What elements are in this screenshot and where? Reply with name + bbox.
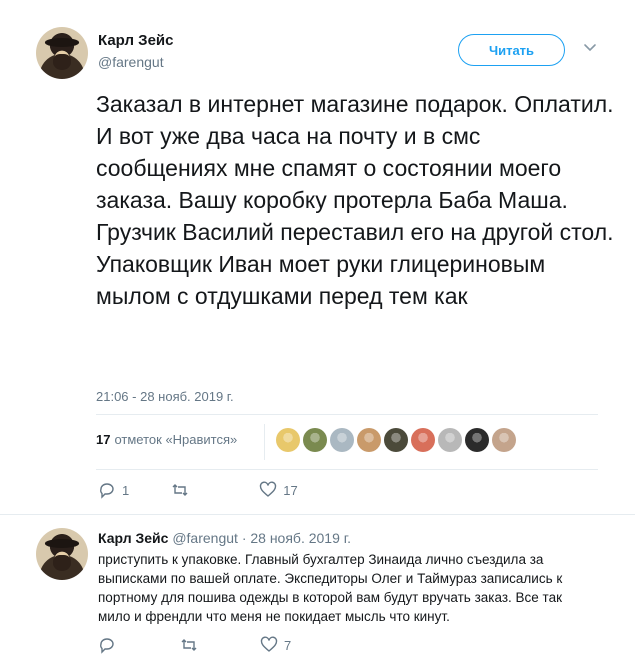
chevron-down-icon[interactable] [583, 40, 597, 54]
heart-icon [260, 636, 278, 652]
divider [96, 469, 598, 470]
reply-icon [100, 483, 114, 499]
reply-text: приступить к упаковке. Главный бухгалтер… [98, 552, 563, 624]
follow-button[interactable]: Читать [458, 34, 565, 66]
reply-action[interactable]: 1 [98, 481, 129, 499]
tweet-text: Заказал в интернет магазине подарок. Опл… [96, 91, 614, 309]
likes-label: отметок «Нравится» [114, 432, 238, 447]
beard-shape [53, 54, 71, 70]
liker-avatar[interactable] [492, 428, 516, 452]
liker-avatar[interactable] [438, 428, 462, 452]
like-count: 7 [284, 637, 292, 653]
like-count: 17 [283, 482, 298, 498]
heart-icon [260, 481, 277, 497]
hat-shape [45, 38, 79, 47]
reply-author-name[interactable]: Карл Зейс [98, 530, 168, 546]
liker-avatar[interactable] [384, 428, 408, 452]
divider [0, 514, 635, 515]
liker-avatar[interactable] [303, 428, 327, 452]
reply-author-handle[interactable]: @farengut [172, 530, 238, 546]
author-name[interactable]: Карл Зейс [98, 32, 173, 49]
likes-count: 17 [96, 432, 111, 447]
reply-author-avatar[interactable] [36, 528, 88, 580]
reply-icon [100, 638, 114, 654]
reply-count: 1 [122, 482, 130, 498]
like-action[interactable]: 7 [260, 636, 291, 654]
reply-header: Карл Зейс @farengut · 28 нояб. 2019 г. [98, 530, 351, 546]
liker-avatar[interactable] [357, 428, 381, 452]
liker-avatar[interactable] [276, 428, 300, 452]
likes-summary[interactable]: 17 отметок «Нравится» [96, 432, 237, 447]
beard-shape [53, 555, 71, 571]
like-action[interactable]: 17 [259, 481, 298, 499]
liker-avatar[interactable] [465, 428, 489, 452]
divider [264, 424, 265, 460]
liker-avatar[interactable] [411, 428, 435, 452]
author-handle[interactable]: @farengut [98, 54, 164, 70]
author-avatar[interactable] [36, 27, 88, 79]
reply-date[interactable]: · 28 нояб. 2019 г. [242, 530, 351, 546]
reply-actions: 7 [98, 636, 291, 654]
retweet-action[interactable] [171, 481, 195, 499]
tweet-actions: 1 17 [98, 481, 298, 499]
hat-shape [45, 539, 79, 548]
tweet-timestamp[interactable]: 21:06 - 28 нояб. 2019 г. [96, 389, 234, 404]
divider [96, 414, 598, 415]
likers-avatars [276, 428, 516, 452]
liker-avatar[interactable] [330, 428, 354, 452]
retweet-icon [172, 484, 188, 496]
reply-action[interactable] [98, 636, 122, 654]
retweet-icon [181, 639, 197, 651]
retweet-action[interactable] [180, 636, 204, 654]
